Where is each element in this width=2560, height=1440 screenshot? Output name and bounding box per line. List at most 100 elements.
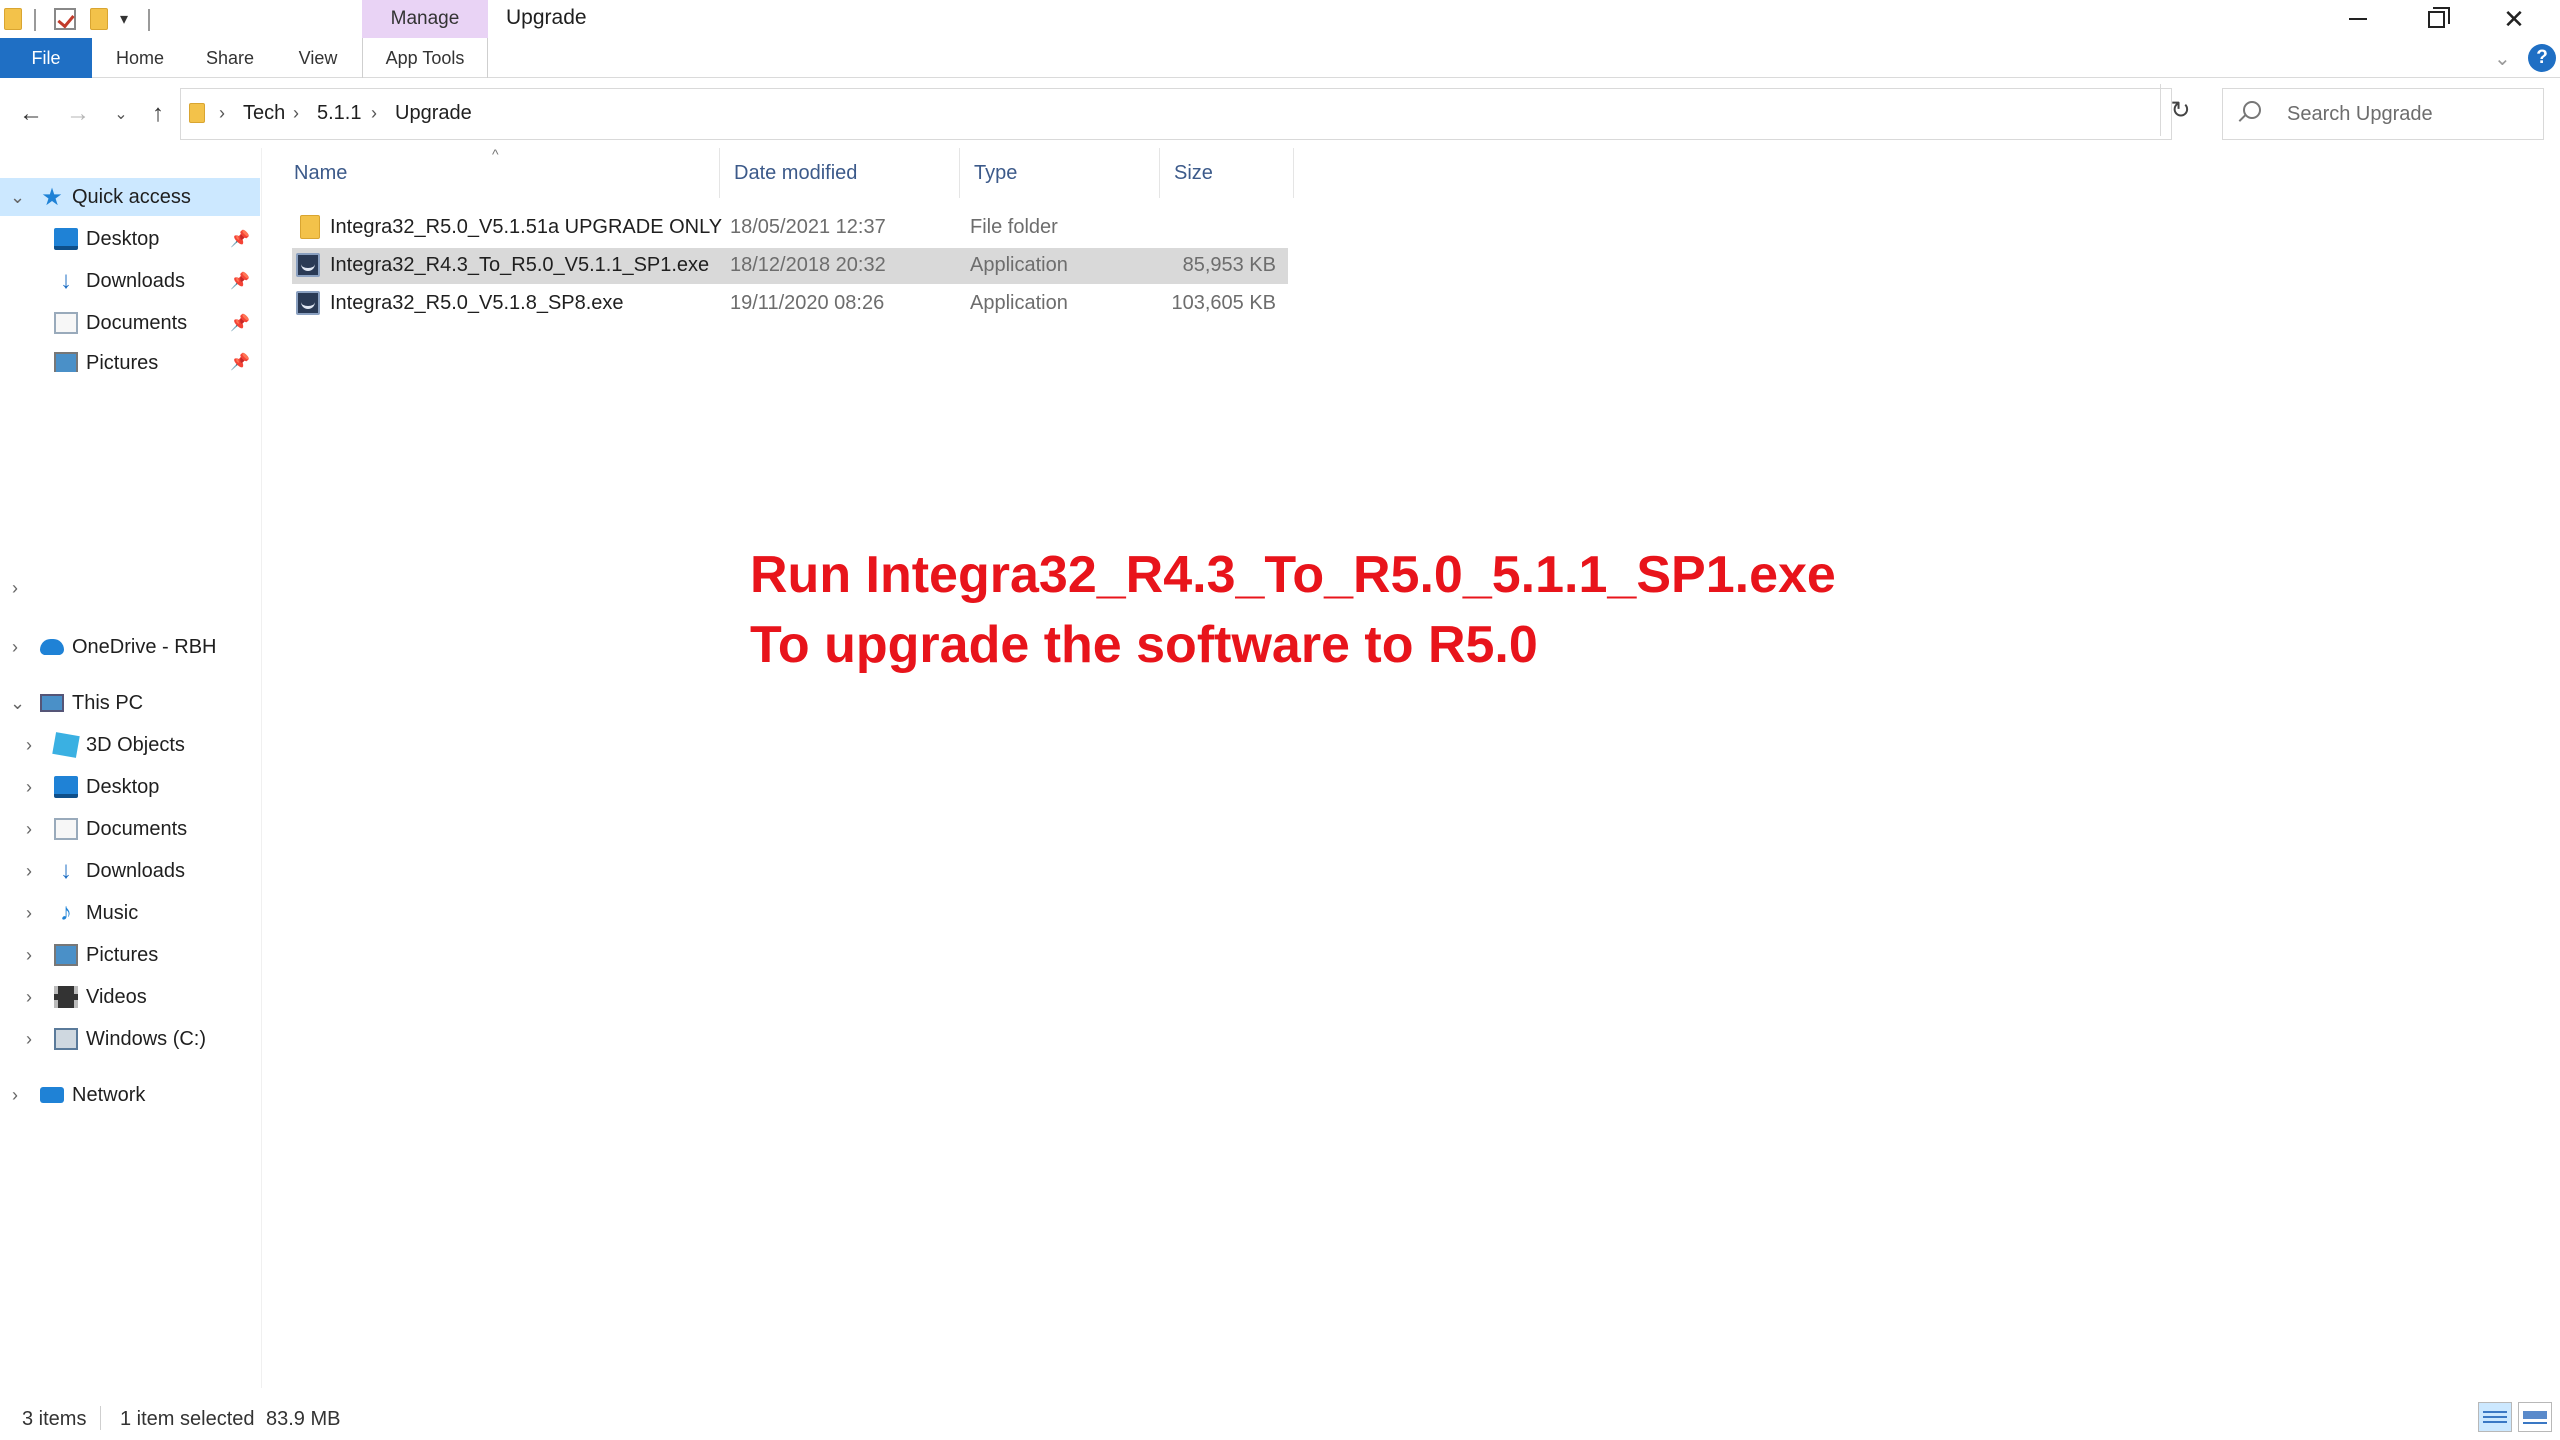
file-date: 18/05/2021 12:37 [730,216,886,238]
pin-icon[interactable]: 📌 [230,313,250,333]
sidebar-item-music[interactable]: › ♪ Music [0,894,260,932]
address-bar[interactable]: › Tech › 5.1.1 › Upgrade ⌄ [180,88,2306,140]
chevron-down-icon[interactable]: ⌄ [10,693,25,714]
sidebar-item-quick-access[interactable]: ⌄ ★ Quick access [0,178,260,216]
column-header-type[interactable]: Type [960,148,1160,198]
folder-icon [300,215,320,239]
documents-icon [54,312,78,334]
column-header-name[interactable]: Name ^ [280,146,720,198]
chevron-right-icon[interactable]: › [26,735,32,756]
sidebar-item-downloads[interactable]: › ↓ Downloads [0,852,260,890]
music-icon: ♪ [60,899,72,926]
sidebar-item-label: OneDrive - RBH [72,635,217,658]
column-header-size[interactable]: Size [1160,148,1294,198]
chevron-right-icon[interactable]: › [26,987,32,1008]
chevron-right-icon[interactable]: › [12,578,18,599]
breadcrumb-5-1-1[interactable]: 5.1.1 [317,102,361,125]
file-type: Application [970,292,1068,314]
3d-objects-icon [52,732,80,758]
large-icons-view-icon[interactable] [2518,1402,2552,1432]
sidebar-item-3d-objects[interactable]: › 3D Objects [0,726,260,764]
desktop-icon [54,776,78,798]
navigation-pane: ⌄ ★ Quick access Desktop 📌 ↓ Downloads 📌… [0,148,262,1388]
file-row-selected[interactable]: Integra32_R4.3_To_R5.0_V5.1.1_SP1.exe 18… [292,248,1288,284]
sidebar-item-label: Documents [86,817,188,840]
pin-icon[interactable]: 📌 [230,229,250,249]
chevron-right-icon[interactable]: › [26,819,32,840]
refresh-icon[interactable]: ↻ [2160,84,2200,136]
customize-quick-access-icon[interactable]: ▾ [120,6,128,32]
chevron-right-icon[interactable]: › [371,103,377,124]
tab-share[interactable]: Share [190,38,270,78]
sidebar-item-network[interactable]: › Network [0,1076,260,1114]
chevron-right-icon[interactable]: › [293,103,299,124]
tab-file[interactable]: File [0,38,92,78]
window-title: Upgrade [506,6,587,29]
instruction-annotation: Run Integra32_R4.3_To_R5.0_5.1.1_SP1.exe… [750,540,1836,680]
videos-icon [54,986,78,1008]
sidebar-item-documents[interactable]: Documents 📌 [54,304,260,342]
annotation-line-1: Run Integra32_R4.3_To_R5.0_5.1.1_SP1.exe [750,546,1836,604]
sidebar-item-videos[interactable]: › Videos [0,978,260,1016]
sidebar-item-label: 3D Objects [86,733,185,756]
sidebar-item-downloads[interactable]: ↓ Downloads 📌 [54,262,260,300]
details-view-icon[interactable] [2478,1402,2512,1432]
sidebar-item-label: Downloads [86,269,185,292]
close-button[interactable]: ✕ [2476,0,2552,38]
minimize-button[interactable] [2320,0,2396,38]
divider [100,1406,101,1430]
pin-icon[interactable]: 📌 [230,352,250,372]
app-icon [296,253,320,277]
back-arrow-icon[interactable]: ← [14,96,48,132]
sidebar-item-desktop[interactable]: › Desktop [0,768,260,806]
tab-home[interactable]: Home [100,38,180,78]
drive-icon [54,1028,78,1050]
item-count: 3 items [22,1408,87,1430]
sidebar-item-this-pc[interactable]: ⌄ This PC [0,684,260,722]
file-type: Application [970,254,1068,276]
tab-app-tools[interactable]: App Tools [362,38,488,78]
breadcrumb-upgrade[interactable]: Upgrade [395,102,472,125]
search-box[interactable] [2222,88,2544,140]
sidebar-item-label: Videos [86,985,147,1008]
chevron-right-icon[interactable]: › [12,637,18,658]
file-row[interactable]: Integra32_R5.0_V5.1.51a UPGRADE ONLY 18/… [292,210,1288,246]
sidebar-item-desktop[interactable]: Desktop 📌 [54,220,260,258]
new-folder-icon[interactable] [90,6,108,32]
tab-view[interactable]: View [280,38,356,78]
navigation-bar: ← → ⌄ ↑ › Tech › 5.1.1 › Upgrade ⌄ ↻ [0,84,2560,146]
chevron-down-icon[interactable]: ⌄ [10,187,25,208]
selection-count: 1 item selected [120,1408,255,1430]
chevron-right-icon[interactable]: › [26,1029,32,1050]
title-bar: ▾ Manage Upgrade ✕ [0,0,2560,38]
up-arrow-icon[interactable]: ↑ [142,96,174,132]
manage-context-tab[interactable]: Manage [362,0,488,38]
sidebar-item-pictures[interactable]: › Pictures [0,936,260,974]
selection-size: 83.9 MB [266,1408,341,1430]
properties-icon[interactable] [54,6,76,32]
file-row[interactable]: Integra32_R5.0_V5.1.8_SP8.exe 19/11/2020… [292,286,1288,322]
help-icon[interactable]: ? [2528,44,2556,72]
sidebar-item-onedrive[interactable]: › OneDrive - RBH [0,628,260,666]
chevron-right-icon[interactable]: › [26,861,32,882]
forward-arrow-icon[interactable]: → [62,96,94,132]
sidebar-item-pictures[interactable]: Pictures 📌 [54,346,260,372]
search-input[interactable] [2287,99,2527,129]
restore-button[interactable] [2398,0,2474,38]
sidebar-item-label: Windows (C:) [86,1027,207,1050]
chevron-right-icon[interactable]: › [26,945,32,966]
chevron-right-icon[interactable]: › [26,903,32,924]
chevron-right-icon[interactable]: › [12,1085,18,1106]
chevron-right-icon[interactable]: › [219,103,225,124]
chevron-right-icon[interactable]: › [26,777,32,798]
sidebar-item-label: This PC [72,691,144,714]
sidebar-item-windows-c[interactable]: › Windows (C:) [0,1020,260,1058]
column-header-date-modified[interactable]: Date modified [720,148,960,198]
recent-locations-icon[interactable]: ⌄ [108,96,134,132]
file-size: 85,953 KB [1182,254,1276,276]
desktop-icon [54,228,78,250]
breadcrumb-tech[interactable]: Tech [243,102,285,125]
expand-ribbon-icon[interactable]: ⌄ [2494,46,2511,71]
sidebar-item-documents[interactable]: › Documents [0,810,260,848]
pin-icon[interactable]: 📌 [230,271,250,291]
